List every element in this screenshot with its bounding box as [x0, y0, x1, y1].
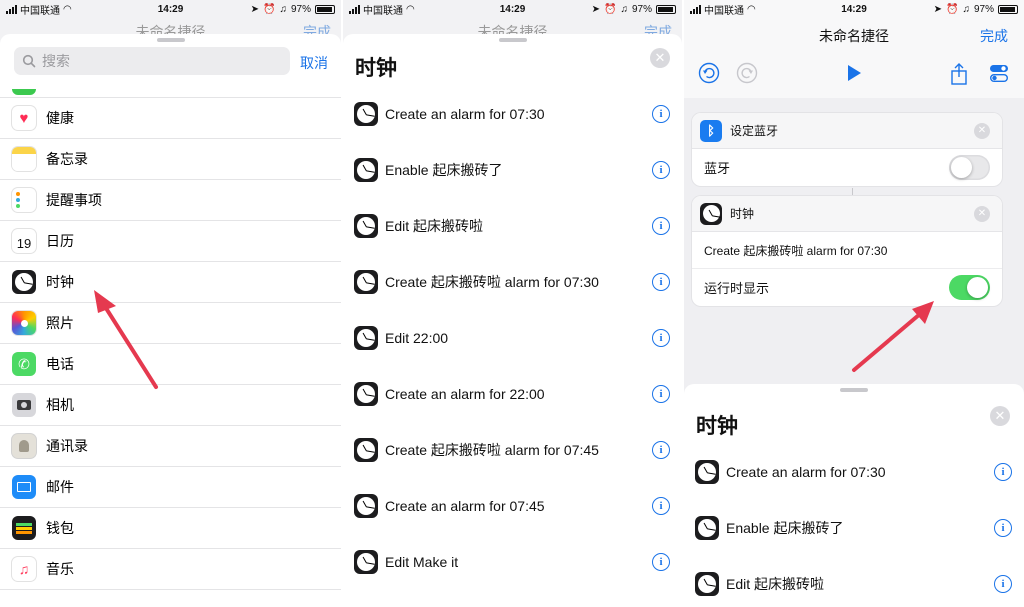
info-icon[interactable]: i — [652, 497, 670, 515]
action-row[interactable]: Edit Make it i — [343, 534, 682, 590]
clock-icon — [354, 214, 378, 238]
info-icon[interactable]: i — [652, 273, 670, 291]
clock-icon — [354, 382, 378, 406]
clock-actions-sheet: 时钟 ✕ Create an alarm for 07:30 i Enable … — [343, 34, 682, 607]
action-row[interactable]: Create an alarm for 07:45 i — [343, 478, 682, 534]
panel-app-list: 中国联通 ◠ 14:29 ➤ ⏰ ♫ 97% 未命名捷径 完成 取消 ♥ — [0, 0, 341, 607]
action-row[interactable]: Create an alarm for 07:30 i — [343, 86, 682, 142]
info-icon[interactable]: i — [652, 161, 670, 179]
action-label: Enable 起床搬砖了 — [385, 162, 503, 178]
panel-shortcut-editor: 中国联通 ◠ 14:29 ➤ ⏰ ♫ 97% 未命名捷径 完成 ᛒ 设定蓝牙 ✕… — [684, 0, 1024, 607]
wifi-icon: ◠ — [406, 3, 415, 15]
headphones-icon: ♫ — [620, 3, 628, 15]
annotation-arrow — [94, 290, 158, 389]
battery-icon — [655, 4, 676, 14]
carrier-label: 中国联通 — [363, 5, 403, 17]
action-label: Edit Make it — [385, 554, 459, 570]
action-label: Create an alarm for 22:00 — [385, 386, 545, 402]
annotation-arrow — [852, 301, 934, 372]
status-bar: 中国联通 ◠ 14:29 ➤ ⏰ ♫ 97% — [343, 0, 682, 18]
action-label: Edit 22:00 — [385, 330, 449, 346]
action-row[interactable]: Create 起床搬砖啦 alarm for 07:45 i — [343, 422, 682, 478]
info-icon[interactable]: i — [652, 441, 670, 459]
clock-icon — [354, 326, 378, 350]
action-label: Create an alarm for 07:45 — [385, 498, 545, 514]
info-icon[interactable]: i — [652, 329, 670, 347]
action-label: Create 起床搬砖啦 alarm for 07:30 — [385, 274, 599, 290]
status-time: 14:29 — [499, 3, 526, 15]
panel-clock-actions: 中国联通 ◠ 14:29 ➤ ⏰ ♫ 97% 未命名捷径 完成 时钟 ✕ Cre… — [343, 0, 682, 607]
clock-icon — [354, 494, 378, 518]
sheet-grabber[interactable] — [498, 38, 527, 42]
battery-percent: 97% — [631, 3, 652, 15]
clock-icon — [354, 550, 378, 574]
sheet-title: 时钟 — [355, 57, 397, 80]
action-row[interactable]: Edit 起床搬砖啦 i — [343, 198, 682, 254]
info-icon[interactable]: i — [652, 217, 670, 235]
location-icon: ➤ — [591, 3, 601, 15]
signal-icon — [349, 4, 360, 14]
action-row[interactable]: Create an alarm for 22:00 i — [343, 366, 682, 422]
action-label: Create an alarm for 07:30 — [385, 106, 545, 122]
clock-icon — [354, 438, 378, 462]
clock-icon — [354, 158, 378, 182]
action-label: Edit 起床搬砖啦 — [385, 218, 484, 234]
action-row[interactable]: Create 起床搬砖啦 alarm for 07:30 i — [343, 254, 682, 310]
action-row[interactable]: Edit 22:00 i — [343, 310, 682, 366]
clock-icon — [354, 102, 378, 126]
info-icon[interactable]: i — [652, 385, 670, 403]
action-label: Create 起床搬砖啦 alarm for 07:45 — [385, 442, 599, 458]
info-icon[interactable]: i — [652, 105, 670, 123]
close-icon[interactable]: ✕ — [650, 48, 670, 68]
info-icon[interactable]: i — [652, 553, 670, 571]
clock-icon — [354, 270, 378, 294]
alarm-icon: ⏰ — [604, 3, 617, 15]
action-row[interactable]: Enable 起床搬砖了 i — [343, 142, 682, 198]
